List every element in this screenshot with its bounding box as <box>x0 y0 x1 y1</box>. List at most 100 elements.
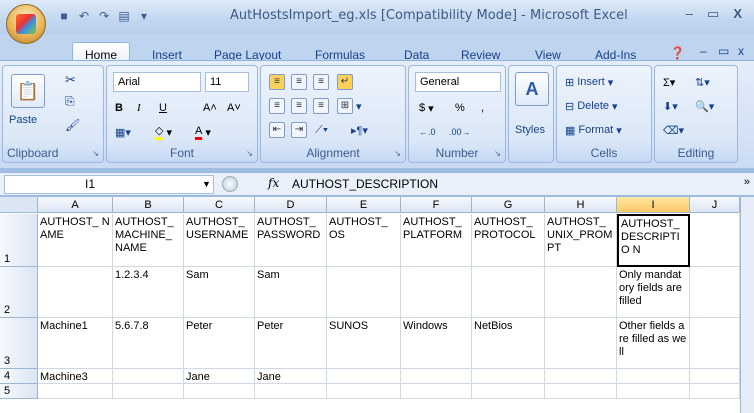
font-name-box[interactable]: Arial <box>113 72 201 92</box>
cell-e5[interactable] <box>327 384 401 399</box>
insert-cells-button[interactable]: ⊞ Insert ▾ <box>565 72 613 92</box>
font-launcher-icon[interactable]: ↘ <box>246 149 253 158</box>
row-header-4[interactable]: 4 <box>0 369 38 384</box>
cell-c3[interactable]: Peter <box>184 318 255 369</box>
insert-function-button[interactable]: fx <box>268 176 279 190</box>
cell-f1[interactable]: AUTHOST_ PLATFORM <box>401 214 472 267</box>
cell-a1[interactable]: AUTHOST_ NAME <box>38 214 113 267</box>
cell-a5[interactable] <box>38 384 113 399</box>
cell-f5[interactable] <box>401 384 472 399</box>
cell-i3[interactable]: Other fields are filled as well <box>617 318 690 369</box>
percent-button[interactable]: % <box>455 98 465 118</box>
find-select-icon[interactable]: 🔍▾ <box>695 96 714 116</box>
cell-b1[interactable]: AUTHOST_ MACHINE_ NAME <box>113 214 184 267</box>
column-header-e[interactable]: E <box>327 197 401 213</box>
cell-i1[interactable]: AUTHOST_ DESCRIPTIO N <box>617 214 690 267</box>
column-header-g[interactable]: G <box>472 197 545 213</box>
cut-icon[interactable]: ✂ <box>65 72 76 88</box>
cell-b5[interactable] <box>113 384 184 399</box>
cell-e3[interactable]: SUNOS <box>327 318 401 369</box>
cell-j3[interactable] <box>690 318 740 369</box>
merge-center-icon[interactable]: ⊞ ▾ <box>337 96 362 116</box>
formula-cancel-icon[interactable] <box>222 176 238 192</box>
customize-qat-icon[interactable]: ▾ <box>136 8 152 24</box>
borders-icon[interactable]: ▦▾ <box>115 122 131 142</box>
row-header-1[interactable]: 1 <box>0 214 38 267</box>
shrink-font-button[interactable]: A˅ <box>227 98 241 118</box>
cell-g2[interactable] <box>472 267 545 318</box>
underline-button[interactable]: U <box>159 98 167 118</box>
help-icon[interactable]: ❓ <box>670 46 685 60</box>
column-header-a[interactable]: A <box>38 197 113 213</box>
styles-icon[interactable]: A <box>515 72 549 106</box>
row-header-5[interactable]: 5 <box>0 384 38 399</box>
italic-button[interactable]: I <box>137 98 141 118</box>
delete-cells-button[interactable]: ⊟ Delete ▾ <box>565 96 618 116</box>
formula-input[interactable]: AUTHOST_DESCRIPTION <box>292 177 438 191</box>
wrap-text-icon[interactable]: ↵ <box>337 72 353 92</box>
column-header-i[interactable]: I <box>617 197 690 213</box>
align-bottom-icon[interactable]: ≡ <box>313 72 329 92</box>
font-color-icon[interactable]: A ▾ <box>195 122 211 142</box>
column-header-c[interactable]: C <box>184 197 255 213</box>
align-left-icon[interactable]: ≡ <box>269 96 285 116</box>
align-top-icon[interactable]: ≡ <box>269 72 285 92</box>
number-launcher-icon[interactable]: ↘ <box>494 149 501 158</box>
format-cells-button[interactable]: ▦ Format ▾ <box>565 120 622 140</box>
fill-color-icon[interactable]: ◇ ▾ <box>155 122 172 142</box>
bold-button[interactable]: B <box>115 98 123 118</box>
cell-e4[interactable] <box>327 369 401 384</box>
cell-g1[interactable]: AUTHOST_ PROTOCOL <box>472 214 545 267</box>
cell-g4[interactable] <box>472 369 545 384</box>
clipboard-launcher-icon[interactable]: ↘ <box>92 149 99 158</box>
cell-d5[interactable] <box>255 384 327 399</box>
column-header-j[interactable]: J <box>690 197 740 213</box>
cell-f2[interactable] <box>401 267 472 318</box>
number-format-box[interactable]: General <box>415 72 501 92</box>
maximize-button[interactable]: ▭ <box>707 6 719 22</box>
cell-h3[interactable] <box>545 318 617 369</box>
cell-d1[interactable]: AUTHOST_ PASSWORD <box>255 214 327 267</box>
decrease-indent-icon[interactable]: ⇤ <box>269 120 285 140</box>
comma-button[interactable]: , <box>481 98 484 118</box>
cell-c4[interactable]: Jane <box>184 369 255 384</box>
cell-d4[interactable]: Jane <box>255 369 327 384</box>
text-direction-icon[interactable]: ▸¶▾ <box>351 120 368 140</box>
name-box[interactable]: I1 <box>4 175 214 194</box>
row-header-2[interactable]: 2 <box>0 267 38 318</box>
undo-icon[interactable]: ↶ <box>76 8 92 24</box>
office-button[interactable] <box>6 4 46 44</box>
decrease-decimal-icon[interactable]: .00→ <box>449 122 471 142</box>
cell-g5[interactable] <box>472 384 545 399</box>
cell-b3[interactable]: 5.6.7.8 <box>113 318 184 369</box>
cell-a3[interactable]: Machine1 <box>38 318 113 369</box>
align-center-icon[interactable]: ≡ <box>291 96 307 116</box>
cell-c1[interactable]: AUTHOST_ USERNAME <box>184 214 255 267</box>
align-middle-icon[interactable]: ≡ <box>291 72 307 92</box>
print-icon[interactable]: ▤ <box>116 8 132 24</box>
cell-i4[interactable] <box>617 369 690 384</box>
cell-j4[interactable] <box>690 369 740 384</box>
currency-button[interactable]: $ ▾ <box>419 98 434 118</box>
increase-indent-icon[interactable]: ⇥ <box>291 120 307 140</box>
column-header-d[interactable]: D <box>255 197 327 213</box>
grow-font-button[interactable]: A˄ <box>203 98 217 118</box>
redo-icon[interactable]: ↷ <box>96 8 112 24</box>
workbook-close-button[interactable]: x <box>738 44 744 58</box>
column-header-b[interactable]: B <box>113 197 184 213</box>
cell-f4[interactable] <box>401 369 472 384</box>
format-painter-icon[interactable]: 🖌 <box>65 118 80 132</box>
autosum-icon[interactable]: Σ▾ <box>663 72 675 92</box>
vertical-scrollbar[interactable] <box>740 197 754 413</box>
workbook-restore-button[interactable]: ▭ <box>718 44 729 58</box>
cell-g3[interactable]: NetBios <box>472 318 545 369</box>
styles-button[interactable]: Styles <box>515 124 545 136</box>
copy-icon[interactable]: ⎘ <box>65 94 75 109</box>
cell-b2[interactable]: 1.2.3.4 <box>113 267 184 318</box>
cell-e2[interactable] <box>327 267 401 318</box>
cell-f3[interactable]: Windows <box>401 318 472 369</box>
cell-e1[interactable]: AUTHOST_ OS <box>327 214 401 267</box>
paste-button[interactable]: Paste <box>9 114 37 126</box>
name-box-dropdown-icon[interactable]: ▼ <box>202 179 211 189</box>
cell-c2[interactable]: Sam <box>184 267 255 318</box>
